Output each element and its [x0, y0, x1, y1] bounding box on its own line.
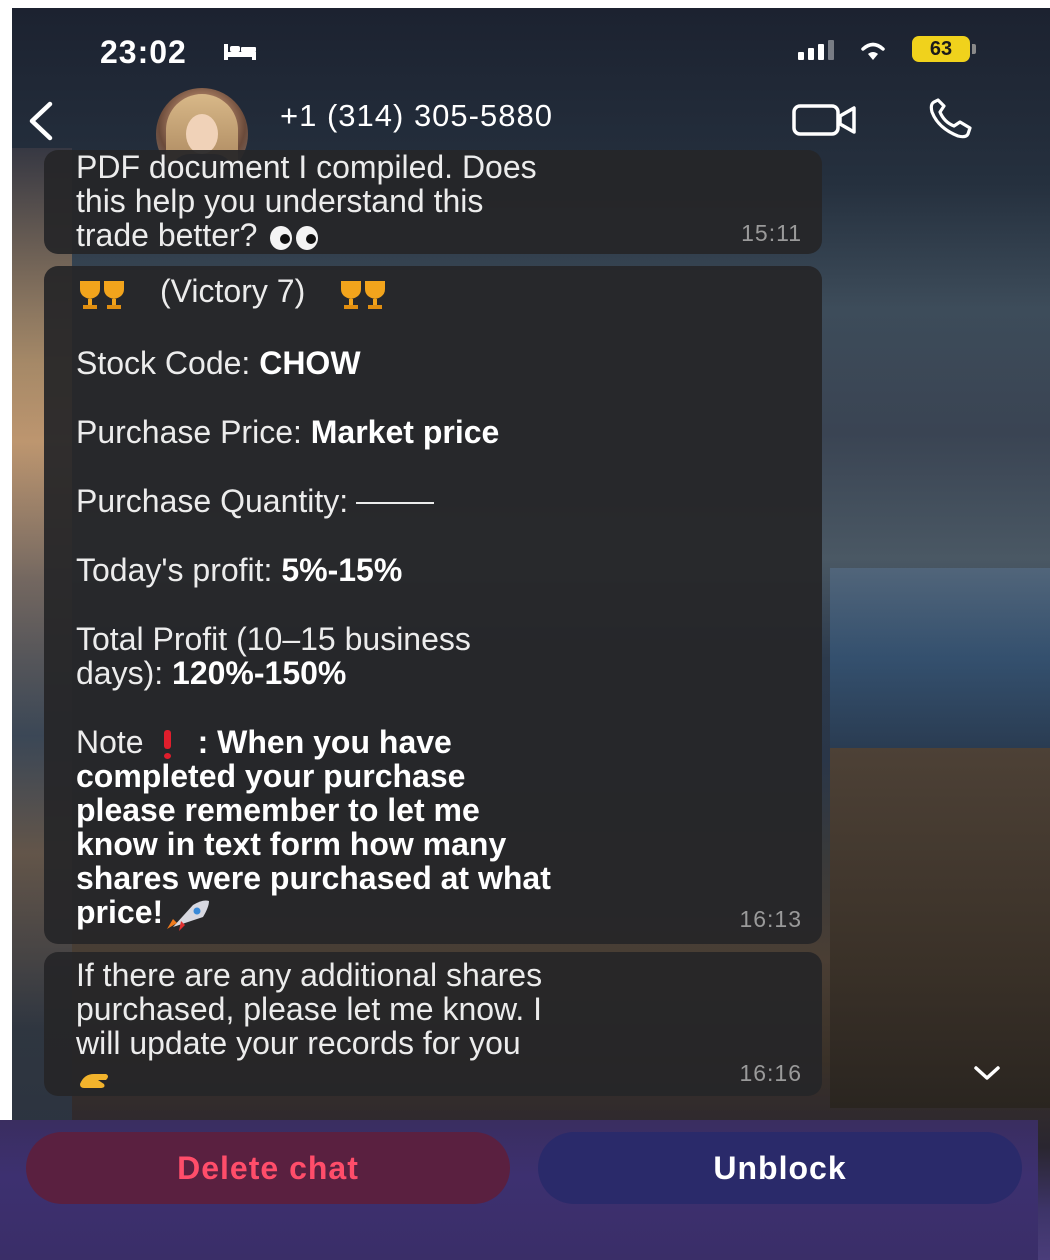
note-line: please remember to let me — [76, 791, 480, 828]
purchase-quantity-line: Purchase Quantity: — [76, 484, 790, 518]
note-label: Note — [76, 723, 144, 760]
message-line: PDF document I compiled. Does — [76, 149, 537, 185]
purchase-price-line: Purchase Price: Market price — [76, 415, 790, 449]
battery-level: 63 — [929, 37, 953, 60]
message-bubble: PDF document I compiled. Does this help … — [44, 150, 822, 254]
message-text: trade better? — [76, 217, 258, 253]
battery-icon: 63 — [912, 36, 976, 62]
message-time: 15:11 — [741, 220, 802, 246]
today-profit-line: Today's profit: 5%-15% — [76, 553, 790, 587]
message-line — [76, 1060, 790, 1090]
note-text: : When you have — [197, 723, 452, 760]
unblock-button[interactable]: Unblock — [538, 1132, 1022, 1204]
purchase-quantity-label: Purchase Quantity: — [76, 482, 349, 519]
message-time: 16:13 — [739, 906, 802, 932]
sleep-mode-icon — [224, 44, 256, 60]
rocket-icon — [167, 900, 210, 932]
message-line: purchased, please let me know. I — [76, 991, 543, 1027]
exclamation-icon — [162, 730, 172, 760]
stock-code-line: Stock Code: CHOW — [76, 346, 790, 380]
note-line: Note : When you have — [76, 723, 790, 760]
message-time: 16:16 — [739, 1060, 802, 1086]
wallpaper-sand — [830, 748, 1050, 1108]
wifi-icon — [861, 42, 885, 60]
delete-chat-button[interactable]: Delete chat — [26, 1132, 510, 1204]
note-line: know in text form how many — [76, 825, 507, 862]
purchase-price-label: Purchase Price: — [76, 413, 302, 450]
total-profit-line: Total Profit (10–15 business — [76, 622, 790, 656]
note-line: completed your purchase — [76, 757, 466, 794]
wallpaper-sea — [830, 568, 1050, 748]
today-profit-label: Today's profit: — [76, 551, 273, 588]
message-line: will update your records for you — [76, 1025, 521, 1061]
eyes-icon — [270, 225, 319, 250]
note-text: price! — [76, 893, 164, 930]
message-line: this help you understand this — [76, 183, 484, 219]
chevron-left-icon[interactable] — [20, 96, 60, 146]
stock-code-label: Stock Code: — [76, 344, 251, 381]
video-camera-icon[interactable] — [790, 100, 860, 140]
stock-code-value: CHOW — [259, 344, 361, 381]
total-profit-label: Total Profit (10–15 business — [76, 620, 471, 657]
cellular-signal-icon — [798, 38, 834, 60]
note-line: price! — [76, 895, 790, 932]
total-profit-value: 120%-150% — [172, 654, 347, 691]
today-profit-value: 5%-15% — [281, 551, 403, 588]
total-profit-label-cont: days): — [76, 654, 164, 691]
status-time: 23:02 — [100, 34, 187, 70]
message-line: trade better? — [76, 218, 790, 252]
note-line: shares were purchased at what — [76, 859, 551, 896]
message-bubble: (Victory 7) Stock Code: CHOW Purchase Pr… — [44, 266, 822, 944]
trophy-icon — [341, 280, 386, 309]
message-title: (Victory 7) — [160, 273, 306, 309]
purchase-price-value: Market price — [310, 413, 500, 450]
message-bubble: If there are any additional shares purch… — [44, 952, 822, 1096]
writing-hand-icon — [80, 1073, 108, 1088]
status-icons: 63 — [798, 36, 976, 62]
message-line: If there are any additional shares — [76, 957, 543, 993]
chevron-down-icon[interactable] — [964, 1060, 1010, 1088]
trophy-icon — [80, 280, 124, 309]
quantity-blank — [356, 502, 435, 505]
message-title-line: (Victory 7) — [76, 274, 790, 311]
contact-name[interactable]: +1 (314) 305-5880 — [280, 98, 553, 134]
total-profit-line: days): 120%-150% — [76, 656, 790, 690]
phone-icon[interactable] — [924, 96, 980, 142]
